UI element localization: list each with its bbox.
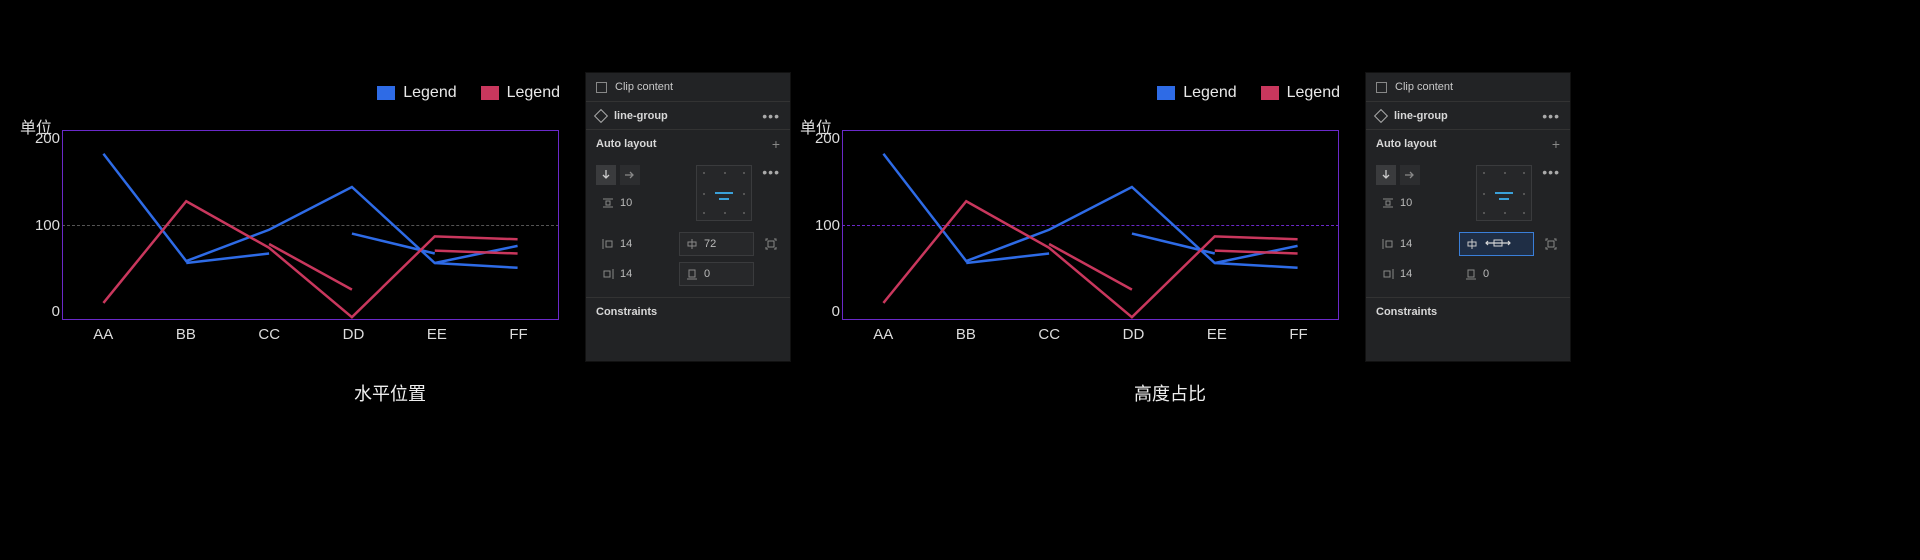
- arrow-down-icon: [1380, 169, 1392, 181]
- direction-horizontal-button[interactable]: [620, 165, 640, 185]
- direction-buttons: [1376, 165, 1466, 185]
- alignment-more-icon[interactable]: •••: [1542, 165, 1560, 179]
- legend-swatch-blue: [1157, 86, 1175, 100]
- padding-left-field[interactable]: 14: [1376, 232, 1451, 256]
- clip-content-checkbox[interactable]: [596, 82, 607, 93]
- horizontal-resize-icon: [1466, 238, 1478, 250]
- constraints-header[interactable]: Constraints: [1366, 297, 1570, 325]
- padding-left-icon: [602, 238, 614, 250]
- vertical-resize-icon: [686, 268, 698, 280]
- horizontal-resize-icon: [686, 238, 698, 250]
- arrow-right-icon: [1404, 169, 1416, 181]
- square-border-icon: [765, 238, 777, 250]
- independent-padding-button[interactable]: [762, 232, 780, 256]
- horizontal-size-field-active[interactable]: [1459, 232, 1534, 256]
- legend-swatch-red: [481, 86, 499, 100]
- diamond-icon: [594, 108, 608, 122]
- clip-content-row[interactable]: Clip content: [1366, 73, 1570, 101]
- direction-vertical-button[interactable]: [596, 165, 616, 185]
- y-axis-ticks: 200 100 0: [800, 130, 840, 320]
- caption-right: 高度占比: [780, 380, 1560, 406]
- alignment-preview[interactable]: [1476, 165, 1532, 221]
- diamond-icon: [1374, 108, 1388, 122]
- inspector-panel: Clip content line-group ••• Auto layout …: [1365, 72, 1571, 362]
- padding-left-icon: [1382, 238, 1394, 250]
- x-axis-ticks: AA BB CC DD EE FF: [842, 326, 1339, 343]
- gap-vertical-field[interactable]: 10: [596, 191, 686, 215]
- vertical-size-field[interactable]: 0: [1459, 262, 1534, 286]
- gap-icon: [1382, 197, 1394, 209]
- layer-row[interactable]: line-group •••: [586, 101, 790, 129]
- vertical-resize-icon: [1465, 268, 1477, 280]
- auto-layout-header[interactable]: Auto layout +: [586, 129, 790, 157]
- legend: Legend Legend: [840, 84, 1340, 102]
- independent-padding-button[interactable]: [1542, 232, 1560, 256]
- legend-item-b: Legend: [1261, 84, 1340, 102]
- fill-container-icon: [1484, 238, 1512, 251]
- selection-border: [62, 130, 559, 320]
- padding-right-icon: [602, 268, 614, 280]
- arrow-right-icon: [624, 169, 636, 181]
- layer-more-icon[interactable]: •••: [762, 109, 780, 123]
- layer-more-icon[interactable]: •••: [1542, 109, 1560, 123]
- inspector-panel: Clip content line-group ••• Auto layout …: [585, 72, 791, 362]
- alignment-more-icon[interactable]: •••: [762, 165, 780, 179]
- gap-icon: [602, 197, 614, 209]
- selection-border: [842, 130, 1339, 320]
- padding-right-field[interactable]: 14: [1376, 262, 1451, 286]
- auto-layout-add-icon[interactable]: +: [1552, 137, 1560, 151]
- legend-swatch-red: [1261, 86, 1279, 100]
- gap-vertical-field[interactable]: 10: [1376, 191, 1466, 215]
- direction-vertical-button[interactable]: [1376, 165, 1396, 185]
- chart-plot-area: [62, 130, 559, 320]
- clip-content-checkbox[interactable]: [1376, 82, 1387, 93]
- chart-plot-area: [842, 130, 1339, 320]
- alignment-preview[interactable]: [696, 165, 752, 221]
- constraints-header[interactable]: Constraints: [586, 297, 790, 325]
- direction-horizontal-button[interactable]: [1400, 165, 1420, 185]
- legend-item-b: Legend: [481, 84, 560, 102]
- vertical-size-field[interactable]: 0: [679, 262, 754, 286]
- x-axis-ticks: AA BB CC DD EE FF: [62, 326, 559, 343]
- legend: Legend Legend: [60, 84, 560, 102]
- clip-content-row[interactable]: Clip content: [586, 73, 790, 101]
- auto-layout-add-icon[interactable]: +: [772, 137, 780, 151]
- padding-left-field[interactable]: 14: [596, 232, 671, 256]
- legend-item-a: Legend: [1157, 84, 1236, 102]
- legend-item-a: Legend: [377, 84, 456, 102]
- y-axis-ticks: 200 100 0: [20, 130, 60, 320]
- square-border-icon: [1545, 238, 1557, 250]
- auto-layout-header[interactable]: Auto layout +: [1366, 129, 1570, 157]
- layer-row[interactable]: line-group •••: [1366, 101, 1570, 129]
- direction-buttons: [596, 165, 686, 185]
- legend-swatch-blue: [377, 86, 395, 100]
- horizontal-size-field[interactable]: 72: [679, 232, 754, 256]
- padding-right-field[interactable]: 14: [596, 262, 671, 286]
- padding-right-icon: [1382, 268, 1394, 280]
- caption-left: 水平位置: [0, 380, 780, 406]
- arrow-down-icon: [600, 169, 612, 181]
